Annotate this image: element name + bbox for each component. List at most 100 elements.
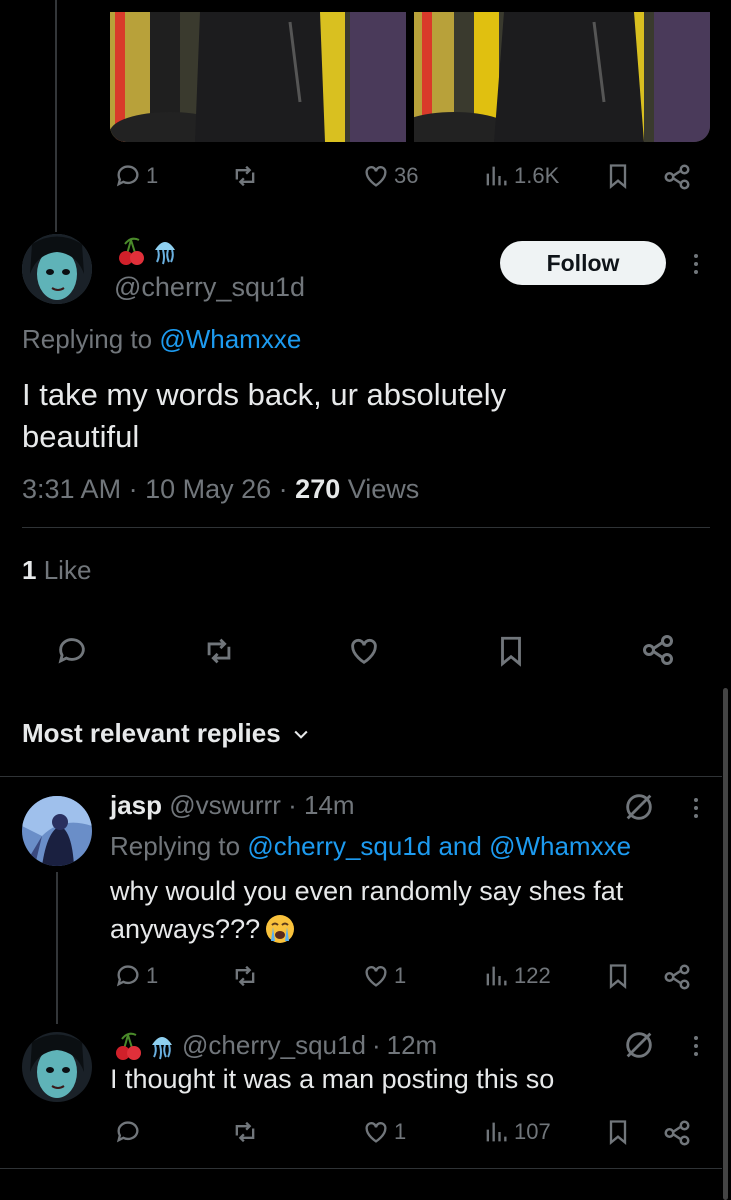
- views-count: 107: [514, 1119, 551, 1144]
- heart-icon: [365, 1122, 387, 1143]
- more-icon[interactable]: [686, 1028, 706, 1069]
- replying-to-link[interactable]: @cherry_squ1d and @Whamxxe: [247, 831, 631, 861]
- like-count: 36: [394, 163, 419, 188]
- bookmark-button[interactable]: [494, 634, 528, 668]
- heart-icon: [365, 966, 387, 987]
- share-button[interactable]: [662, 962, 692, 992]
- date[interactable]: 10 May 26: [145, 474, 271, 504]
- likes-summary[interactable]: 1 Like: [22, 555, 91, 586]
- thread-line: [56, 872, 58, 1024]
- more-icon[interactable]: [686, 790, 706, 831]
- repost-button[interactable]: [230, 962, 260, 990]
- divider: [0, 1168, 722, 1169]
- chevron-down-icon: [294, 730, 308, 739]
- share-icon: [643, 635, 673, 665]
- time[interactable]: 12m: [387, 1030, 438, 1061]
- handle[interactable]: @vswurrr: [169, 790, 281, 820]
- reply-button[interactable]: 1: [114, 962, 158, 990]
- repost-button[interactable]: [230, 162, 264, 190]
- jellyfish-icon: [155, 242, 175, 265]
- reply-button[interactable]: [54, 634, 90, 668]
- cherry-icon: [116, 1032, 141, 1060]
- views-count: 122: [514, 963, 551, 988]
- avatar[interactable]: [22, 796, 92, 866]
- bookmark-icon: [501, 636, 521, 667]
- crying-face-icon: [266, 915, 295, 943]
- sort-dropdown[interactable]: Most relevant replies: [22, 718, 311, 749]
- share-button[interactable]: [640, 632, 676, 668]
- repost-icon: [207, 638, 231, 664]
- timestamp-line: 3:31 AM · 10 May 26 · 270 Views: [22, 474, 420, 504]
- time[interactable]: 3:31 AM: [22, 474, 121, 504]
- grok-icon[interactable]: [622, 1028, 656, 1067]
- reply-button[interactable]: 1: [114, 162, 158, 190]
- display-name[interactable]: jasp: [110, 790, 162, 820]
- replying-to: Replying to @Whamxxe: [22, 324, 302, 354]
- views-label: Views: [347, 474, 420, 504]
- reply-icon: [116, 165, 139, 187]
- like-count: 1: [394, 963, 407, 988]
- divider: [22, 527, 710, 528]
- reply-count: 1: [146, 163, 159, 188]
- views-button[interactable]: 107: [482, 1118, 551, 1146]
- reply-count: 1: [146, 963, 159, 988]
- bookmark-icon: [609, 964, 627, 989]
- share-icon: [664, 964, 690, 990]
- views-button[interactable]: 1.6K: [482, 162, 559, 190]
- reply-icon: [116, 1121, 139, 1143]
- repost-button[interactable]: [230, 1118, 260, 1146]
- heart-icon: [351, 638, 377, 665]
- like-button[interactable]: 1: [362, 1118, 406, 1146]
- scrollbar[interactable]: [723, 688, 728, 1200]
- analytics-icon: [486, 166, 507, 186]
- replying-to: Replying to @cherry_squ1d and @Whamxxe: [110, 831, 632, 861]
- views-count: 1.6K: [514, 163, 560, 188]
- bookmark-button[interactable]: [604, 162, 632, 190]
- post-image-2[interactable]: [414, 12, 710, 142]
- reply-text: I thought it was a man posting this so: [110, 1064, 555, 1094]
- like-count: 1: [394, 1119, 407, 1144]
- repost-button[interactable]: [200, 634, 238, 668]
- reply-icon: [58, 638, 85, 664]
- reply-button[interactable]: [114, 1118, 146, 1146]
- share-button[interactable]: [662, 1118, 692, 1148]
- share-icon: [664, 1120, 690, 1146]
- handle[interactable]: @cherry_squ1d: [114, 272, 305, 303]
- bookmark-icon: [609, 1120, 627, 1145]
- handle[interactable]: @cherry_squ1d: [182, 1030, 366, 1061]
- like-button[interactable]: 36: [362, 162, 418, 190]
- avatar[interactable]: [22, 234, 92, 304]
- bookmark-button[interactable]: [604, 1118, 632, 1146]
- reply-header: jasp @vswurrr · 14m: [110, 790, 355, 820]
- like-button[interactable]: [346, 634, 382, 668]
- cherry-icon: [119, 237, 144, 265]
- jellyfish-icon: [152, 1036, 172, 1059]
- share-icon: [664, 164, 690, 190]
- heart-icon: [365, 166, 387, 187]
- avatar[interactable]: [22, 1032, 92, 1102]
- views-count-main: 270: [295, 474, 341, 504]
- reply-icon: [116, 965, 139, 987]
- grok-icon[interactable]: [622, 790, 656, 829]
- analytics-icon: [486, 1122, 507, 1142]
- more-icon[interactable]: [686, 246, 706, 282]
- reply-header: @cherry_squ1d · 12m: [114, 1030, 437, 1061]
- bookmark-icon: [609, 164, 627, 189]
- analytics-icon: [486, 966, 507, 986]
- reply-text: I take my words back, ur absolutely beau…: [22, 377, 507, 454]
- views-button[interactable]: 122: [482, 962, 551, 990]
- replying-to-link[interactable]: @Whamxxe: [159, 324, 301, 354]
- display-name-emoji: [117, 236, 179, 266]
- time[interactable]: 14m: [304, 790, 355, 820]
- thread-line: [55, 0, 57, 232]
- bookmark-button[interactable]: [604, 962, 632, 990]
- share-button[interactable]: [662, 162, 692, 192]
- repost-icon: [235, 965, 255, 987]
- reply-text: why would you even randomly say shes fat…: [110, 876, 624, 944]
- repost-icon: [235, 1121, 255, 1143]
- post-image-1[interactable]: [110, 12, 406, 142]
- follow-button[interactable]: Follow: [500, 241, 666, 285]
- like-button[interactable]: 1: [362, 962, 406, 990]
- repost-icon: [235, 165, 255, 187]
- divider: [0, 776, 722, 777]
